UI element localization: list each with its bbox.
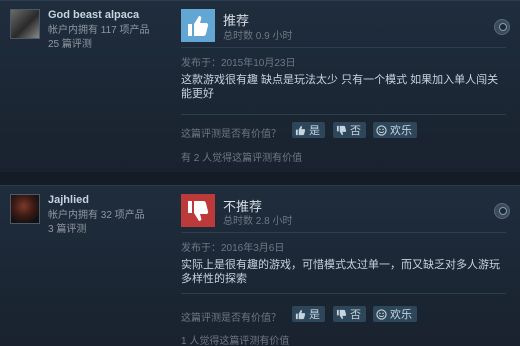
helpful-count: 有 2 人觉得这篇评测有价值 bbox=[181, 153, 303, 164]
author-name[interactable]: God beast alpaca bbox=[48, 9, 139, 21]
divider bbox=[181, 47, 506, 48]
avatar[interactable] bbox=[10, 9, 40, 39]
products-owned: 帐户内拥有 32 项产品 bbox=[48, 210, 145, 221]
review-card: God beast alpaca 帐户内拥有 117 项产品 25 篇评测 推荐… bbox=[0, 0, 520, 172]
thumbs-down-icon bbox=[181, 194, 215, 227]
review-text: 这款游戏很有趣 缺点是玩法太少 只有一个模式 如果加入单人闯关能更好 bbox=[181, 74, 499, 100]
helpful-count: 1 人觉得这篇评测有价值 bbox=[181, 336, 290, 346]
playtime-hours: 总时数 2.8 小时 bbox=[223, 216, 293, 227]
divider bbox=[181, 293, 506, 294]
smiley-icon bbox=[376, 124, 387, 136]
vote-no-label: 否 bbox=[350, 125, 361, 137]
author-stats: 帐户内拥有 32 项产品 3 篇评测 bbox=[48, 209, 145, 237]
vote-funny-button[interactable]: 欢乐 bbox=[373, 306, 417, 322]
thumbs-up-icon bbox=[295, 309, 306, 320]
review-text: 实际上是很有趣的游戏，可惜模式太过单一，而又缺乏对多人游玩多样性的探索 bbox=[181, 259, 500, 285]
vote-yes-button[interactable]: 是 bbox=[292, 306, 325, 322]
posted-date: 发布于：2015年10月23日 bbox=[181, 58, 296, 69]
author-name[interactable]: Jajhlied bbox=[48, 194, 89, 206]
playtime-hours: 总时数 0.9 小时 bbox=[223, 31, 293, 42]
thumbs-up-icon bbox=[181, 9, 215, 42]
divider bbox=[181, 232, 506, 233]
steam-icon bbox=[494, 203, 510, 219]
vote-funny-button[interactable]: 欢乐 bbox=[373, 122, 417, 138]
products-owned: 帐户内拥有 117 项产品 bbox=[48, 25, 150, 36]
posted-date: 发布于：2016年3月6日 bbox=[181, 243, 285, 254]
vote-no-button[interactable]: 否 bbox=[333, 122, 366, 138]
vote-funny-label: 欢乐 bbox=[390, 309, 412, 321]
divider bbox=[181, 114, 506, 115]
review-separator bbox=[0, 172, 520, 185]
review-card: Jajhlied 帐户内拥有 32 项产品 3 篇评测 不推荐 总时数 2.8 … bbox=[0, 185, 520, 346]
thumbs-down-icon bbox=[336, 125, 347, 136]
helpful-question: 这篇评测是否有价值？ bbox=[181, 129, 281, 140]
thumbs-down-icon bbox=[336, 309, 347, 320]
avatar[interactable] bbox=[10, 194, 40, 224]
vote-yes-button[interactable]: 是 bbox=[292, 122, 325, 138]
author-stats: 帐户内拥有 117 项产品 25 篇评测 bbox=[48, 24, 150, 52]
vote-yes-label: 是 bbox=[309, 309, 320, 321]
vote-no-label: 否 bbox=[350, 309, 361, 321]
reviews-count[interactable]: 3 篇评测 bbox=[48, 223, 145, 237]
vote-no-button[interactable]: 否 bbox=[333, 306, 366, 322]
thumbs-up-icon bbox=[295, 125, 306, 136]
helpful-question: 这篇评测是否有价值？ bbox=[181, 313, 281, 324]
reviews-count[interactable]: 25 篇评测 bbox=[48, 38, 150, 52]
vote-yes-label: 是 bbox=[309, 125, 320, 137]
vote-funny-label: 欢乐 bbox=[390, 125, 412, 137]
steam-icon bbox=[494, 19, 510, 35]
smiley-icon bbox=[376, 308, 387, 320]
